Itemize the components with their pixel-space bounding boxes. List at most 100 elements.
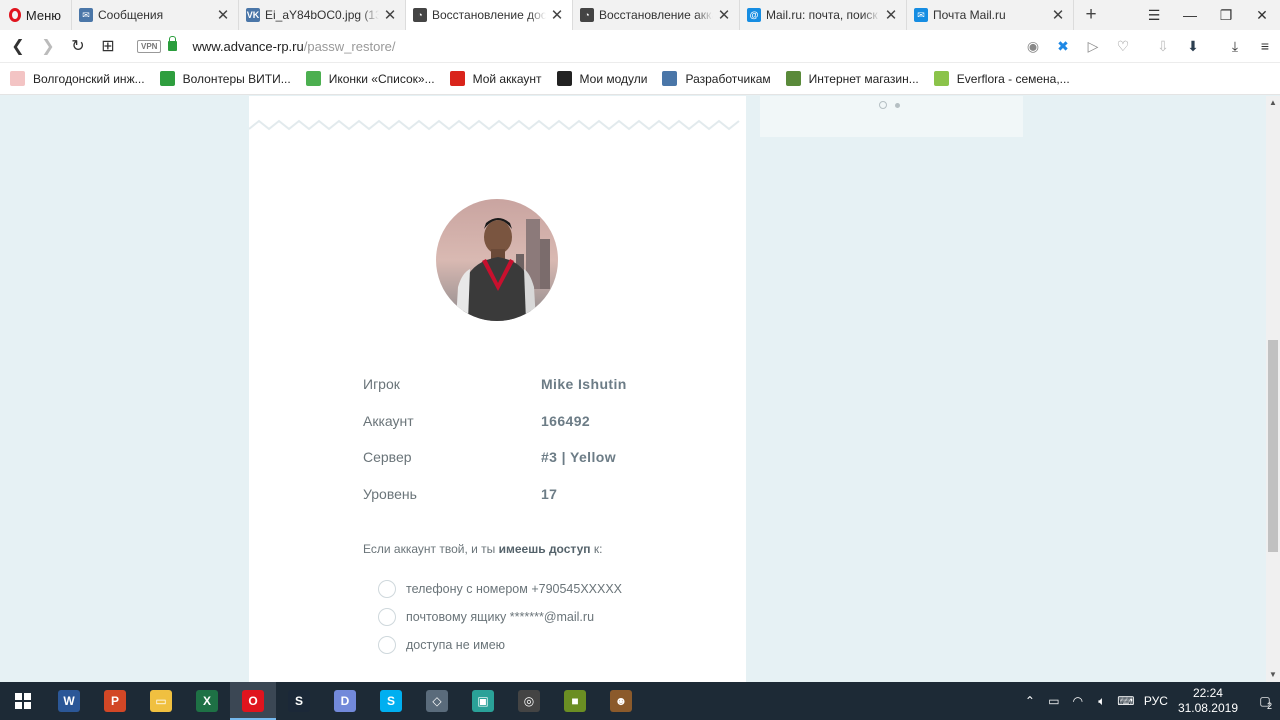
windows-logo-icon (15, 693, 31, 709)
browser-tab[interactable]: @ Mail.ru: почта, поиск в ✕ (740, 0, 907, 30)
new-tab-button[interactable]: + (1074, 0, 1108, 30)
carousel-dot[interactable] (895, 102, 900, 108)
taskbar-app[interactable]: ◎ (506, 682, 552, 720)
heart-icon[interactable]: ♡ (1108, 38, 1138, 55)
bookmark-item[interactable]: Иконки «Список»... (305, 71, 435, 86)
tab-close-icon[interactable]: ✕ (1051, 6, 1065, 24)
browser-tab[interactable]: ✉ Почта Mail.ru ✕ (907, 0, 1074, 30)
taskbar-app[interactable]: ■ (552, 682, 598, 720)
taskbar-app[interactable]: ◇ (414, 682, 460, 720)
scroll-up-arrow[interactable]: ▲ (1266, 96, 1280, 110)
scroll-thumb[interactable] (1268, 340, 1278, 552)
start-button[interactable] (0, 682, 46, 720)
lock-icon[interactable] (168, 36, 178, 51)
tray-expand-icon[interactable]: ⌃ (1018, 694, 1042, 708)
system-tray: ⌃ ▭ ◠ 🔈︎ ⌨︎ РУС 22:24 31.08.2019 ▢ 2 (1018, 682, 1280, 720)
clock[interactable]: 22:24 31.08.2019 (1178, 686, 1238, 716)
bookmark-item[interactable]: Everflora - семена,... (933, 71, 1070, 86)
browser-tab[interactable]: ✉ Сообщения ✕ (72, 0, 239, 30)
browser-tab[interactable]: ◔ Восстановление аккау ✕ (573, 0, 740, 30)
tab-close-icon[interactable]: ✕ (383, 6, 397, 24)
restore-card: Игрок Mike Ishutin Аккаунт 166492 Сервер #3 |… (249, 96, 746, 682)
close-window-button[interactable]: ✕ (1244, 0, 1280, 30)
speed-dial-icon[interactable]: ⊞ (93, 36, 123, 56)
carousel-dots (879, 101, 900, 109)
url-field[interactable]: www.advance-rp.ru/passw_restore/ (192, 39, 395, 54)
taskbar-app[interactable]: D (322, 682, 368, 720)
taskbar-app[interactable]: P (92, 682, 138, 720)
bookmark-item[interactable]: Интернет магазин... (785, 71, 919, 86)
address-bar-row: ❮ ❯ ↻ ⊞ VPN www.advance-rp.ru/passw_rest… (0, 30, 1280, 63)
3d-box-icon: ◇ (426, 690, 448, 712)
tab-close-icon[interactable]: ✕ (550, 6, 564, 24)
wifi-icon[interactable]: ◠ (1066, 694, 1090, 708)
page-scrollbar[interactable]: ▲ ▼ (1266, 96, 1280, 682)
bookmark-item[interactable]: Волонтеры ВИТИ... (159, 71, 291, 86)
browser-tab[interactable]: VK Ei_aY84bOC0.jpg (1366 ✕ (239, 0, 406, 30)
camera-icon[interactable]: ◉ (1018, 38, 1048, 55)
taskbar-app[interactable]: O (230, 682, 276, 720)
info-row: Аккаунт 166492 (363, 413, 633, 437)
tab-close-icon[interactable]: ✕ (717, 6, 731, 24)
radio-button[interactable] (378, 608, 396, 626)
bookmark-favicon-android (305, 71, 321, 86)
tab-menu-icon[interactable]: ☰ (1136, 0, 1172, 30)
keyboard-icon[interactable]: ⌨︎ (1114, 694, 1138, 708)
bookmark-favicon-plant (785, 71, 801, 86)
maximize-button[interactable]: ❐ (1208, 0, 1244, 30)
opera-logo-icon (9, 8, 21, 22)
vpn-badge[interactable]: VPN (137, 39, 162, 53)
discord-icon: D (334, 690, 356, 712)
taskbar-app[interactable]: S (276, 682, 322, 720)
scroll-down-arrow[interactable]: ▼ (1266, 668, 1280, 682)
access-option[interactable]: доступа не имею (378, 636, 505, 654)
bookmark-item[interactable]: Мои модули (556, 71, 648, 86)
bookmark-label: Иконки «Список»... (328, 71, 435, 86)
battery-icon[interactable]: ▭ (1042, 694, 1066, 708)
opera-menu-button[interactable]: Меню (0, 0, 72, 30)
minimize-button[interactable]: — (1172, 0, 1208, 30)
excel-icon: X (196, 690, 218, 712)
info-label: Сервер (363, 449, 412, 465)
access-option[interactable]: телефону с номером +790545XXXXX (378, 580, 622, 598)
back-icon[interactable]: ❮ (3, 36, 33, 56)
bookmark-item[interactable]: Мой аккаунт (449, 71, 542, 86)
info-label: Аккаунт (363, 413, 414, 429)
question-bold: имеешь доступ (498, 542, 591, 556)
tab-close-icon[interactable]: ✕ (884, 6, 898, 24)
bookmark-favicon-green-plus (159, 71, 175, 86)
easy-setup-icon[interactable]: ≡ (1250, 38, 1280, 54)
bookmarks-bar: Волгодонский инж... Волонтеры ВИТИ... Икон… (0, 63, 1280, 95)
player-avatar (436, 199, 558, 321)
save-page-icon[interactable]: ⇩ (1148, 38, 1178, 55)
taskbar-app[interactable]: X (184, 682, 230, 720)
radio-button[interactable] (378, 636, 396, 654)
extension-shield-icon[interactable]: ✖ (1048, 38, 1078, 55)
access-option[interactable]: почтовому ящику *******@mail.ru (378, 608, 594, 626)
browser-tab[interactable]: ◔ Восстановление досту ✕ (406, 0, 573, 30)
bookmark-item[interactable]: Разработчикам (662, 71, 771, 86)
taskbar-app[interactable]: ▭ (138, 682, 184, 720)
bookmark-item[interactable]: Волгодонский инж... (10, 71, 145, 86)
taskbar-app[interactable]: ☻ (598, 682, 644, 720)
forward-icon[interactable]: ❯ (33, 36, 63, 56)
reload-icon[interactable]: ↻ (63, 36, 93, 56)
taskbar-app[interactable]: S (368, 682, 414, 720)
tab-close-icon[interactable]: ✕ (216, 6, 230, 24)
radio-button[interactable] (378, 580, 396, 598)
taskbar-app[interactable]: W (46, 682, 92, 720)
skype-icon: S (380, 690, 402, 712)
mailru-at-icon: @ (747, 8, 761, 22)
language-indicator[interactable]: РУС (1144, 694, 1168, 708)
downloads-icon[interactable]: ⤓ (1220, 38, 1250, 55)
send-icon[interactable]: ▷ (1078, 38, 1108, 55)
zigzag-divider (249, 119, 740, 131)
carousel-dot-active[interactable] (879, 101, 887, 109)
bookmark-label: Мои модули (579, 71, 648, 86)
action-center-button[interactable]: ▢ 2 (1250, 694, 1280, 711)
bookmark-label: Everflora - семена,... (956, 71, 1070, 86)
volume-icon[interactable]: 🔈︎ (1090, 694, 1114, 709)
download-box-icon[interactable]: ⬇ (1178, 38, 1208, 55)
taskbar-app[interactable]: ▣ (460, 682, 506, 720)
bookmark-label: Мой аккаунт (472, 71, 542, 86)
